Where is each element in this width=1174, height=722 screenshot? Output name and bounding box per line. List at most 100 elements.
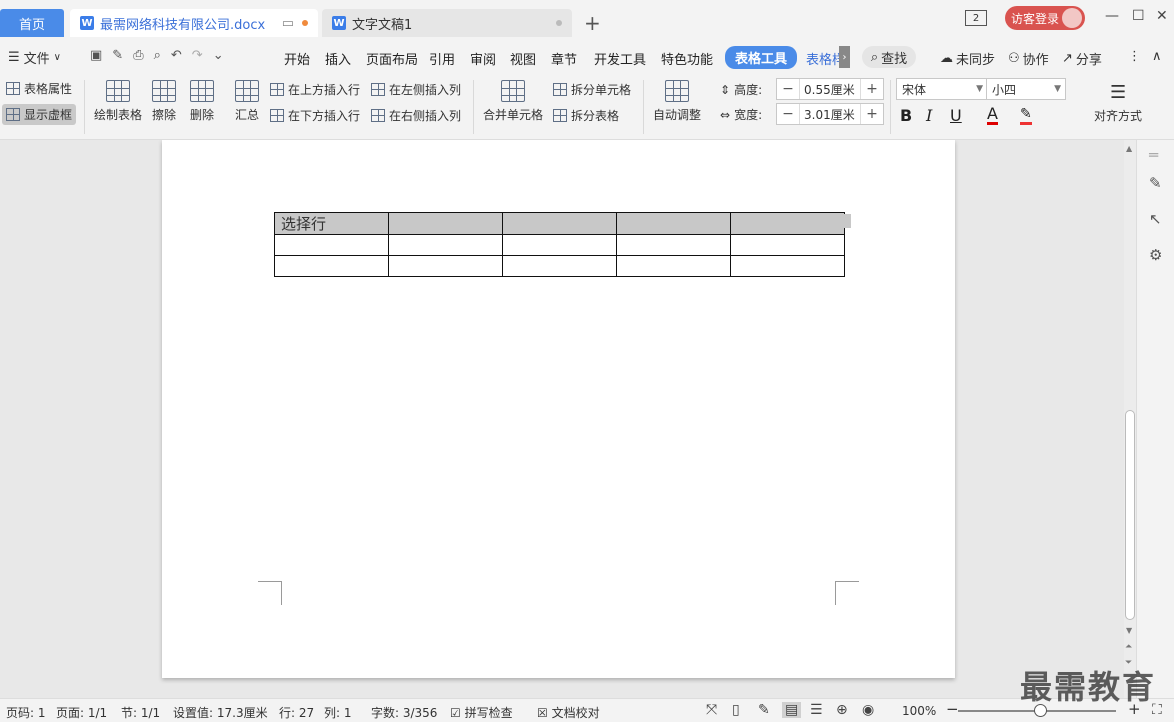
sync-status-button[interactable]: ☁ 未同步 bbox=[940, 49, 995, 68]
visitor-login-button[interactable]: 访客登录 bbox=[1005, 6, 1085, 30]
status-page-number[interactable]: 页码: 1 bbox=[6, 704, 46, 721]
status-row[interactable]: 行: 27 bbox=[279, 704, 314, 721]
table-cell[interactable] bbox=[616, 255, 731, 277]
insert-col-left-button[interactable]: 在左侧插入列 bbox=[371, 81, 461, 98]
scroll-down-icon[interactable]: ▼ bbox=[1126, 626, 1132, 635]
table-cell[interactable] bbox=[730, 255, 845, 277]
doc-proof-button[interactable]: ☒ 文档校对 bbox=[537, 704, 600, 721]
status-setting-value[interactable]: 设置值: 17.3厘米 bbox=[173, 704, 268, 721]
draw-table-button[interactable]: 绘制表格 bbox=[94, 80, 142, 123]
erase-button[interactable]: 擦除 bbox=[152, 80, 176, 123]
menu-insert[interactable]: 插入 bbox=[325, 49, 351, 68]
table-cell[interactable] bbox=[616, 234, 731, 256]
print-preview-icon[interactable]: ⌕ bbox=[154, 48, 161, 63]
menu-chapter[interactable]: 章节 bbox=[551, 49, 577, 68]
menu-references[interactable]: 引用 bbox=[429, 49, 455, 68]
table-cell[interactable] bbox=[274, 234, 389, 256]
settings-sliders-icon[interactable]: ⚙ bbox=[1149, 246, 1162, 264]
highlight-icon[interactable]: ✎ bbox=[1020, 106, 1032, 125]
vertical-scrollbar[interactable]: ▲ ▼ ⏶ ⏷ bbox=[1124, 140, 1136, 698]
web-view-icon[interactable]: ⊕ bbox=[836, 702, 848, 718]
insert-row-below-button[interactable]: 在下方插入行 bbox=[270, 107, 360, 124]
menu-review[interactable]: 审阅 bbox=[470, 49, 496, 68]
table-row[interactable]: 选择行 bbox=[274, 212, 845, 235]
menu-view[interactable]: 视图 bbox=[510, 49, 536, 68]
close-icon[interactable]: ✕ bbox=[1156, 8, 1168, 24]
table-cell[interactable] bbox=[730, 234, 845, 256]
select-pointer-icon[interactable]: ↖ bbox=[1149, 210, 1162, 228]
italic-icon[interactable]: I bbox=[926, 106, 932, 125]
table-row[interactable] bbox=[274, 255, 845, 277]
status-word-count[interactable]: 字数: 3/356 bbox=[371, 704, 437, 721]
auto-fit-dropdown[interactable]: 自动调整 bbox=[653, 80, 701, 123]
save-icon[interactable]: ▣ bbox=[90, 48, 102, 63]
font-size-select[interactable]: 小四 ▼ bbox=[986, 78, 1066, 100]
new-tab-button[interactable]: + bbox=[584, 11, 601, 35]
table-cell[interactable] bbox=[274, 255, 389, 277]
row-height-value[interactable]: 0.55厘米 bbox=[799, 79, 861, 99]
collaborate-button[interactable]: ⚇ 协作 bbox=[1008, 49, 1049, 68]
redo-icon[interactable]: ↷ bbox=[192, 48, 203, 63]
document-table[interactable]: 选择行 bbox=[274, 212, 845, 277]
tab-document-active[interactable]: W 最需网络科技有限公司.docx ▭ bbox=[70, 9, 318, 37]
status-col[interactable]: 列: 1 bbox=[324, 704, 352, 721]
menu-page-layout[interactable]: 页面布局 bbox=[366, 49, 418, 68]
more-chevron-icon[interactable]: ⌄ bbox=[213, 48, 224, 63]
insert-row-above-button[interactable]: 在上方插入行 bbox=[270, 81, 360, 98]
maximize-icon[interactable]: ☐ bbox=[1132, 8, 1145, 24]
font-color-icon[interactable]: A bbox=[987, 106, 998, 125]
alignment-dropdown[interactable]: ☰ 对齐方式 bbox=[1094, 82, 1142, 124]
tab-home[interactable]: 首页 bbox=[0, 9, 64, 37]
menu-developer[interactable]: 开发工具 bbox=[594, 49, 646, 68]
table-properties-button[interactable]: 表格属性 bbox=[6, 80, 72, 97]
increase-height-button[interactable]: + bbox=[861, 81, 883, 97]
monitor-icon[interactable]: ▭ bbox=[282, 16, 294, 31]
font-name-select[interactable]: 宋体 ▼ bbox=[896, 78, 988, 100]
outline-view-icon[interactable]: ☰ bbox=[810, 702, 823, 718]
decrease-width-button[interactable]: − bbox=[777, 106, 799, 122]
format-painter-icon[interactable]: ✎ bbox=[112, 48, 123, 63]
undo-icon[interactable]: ↶ bbox=[171, 48, 182, 63]
split-table-dropdown[interactable]: 拆分表格 bbox=[553, 107, 619, 124]
table-cell[interactable] bbox=[616, 212, 731, 235]
menu-features[interactable]: 特色功能 bbox=[661, 49, 713, 68]
delete-dropdown[interactable]: 删除 bbox=[190, 80, 214, 123]
bold-icon[interactable]: B bbox=[900, 106, 912, 125]
insert-col-right-button[interactable]: 在右侧插入列 bbox=[371, 107, 461, 124]
table-cell[interactable] bbox=[388, 212, 503, 235]
increase-width-button[interactable]: + bbox=[861, 106, 883, 122]
reading-mode-icon[interactable]: ▯ bbox=[732, 702, 740, 718]
page-view-icon[interactable]: ▤ bbox=[782, 702, 802, 718]
scroll-up-icon[interactable]: ▲ bbox=[1126, 144, 1132, 153]
print-icon[interactable]: ⎙ bbox=[133, 48, 143, 63]
table-cell[interactable] bbox=[502, 255, 617, 277]
search-button[interactable]: ⌕ 查找 bbox=[862, 46, 916, 68]
table-cell[interactable] bbox=[502, 234, 617, 256]
spell-check-button[interactable]: ☑ 拼写检查 bbox=[450, 704, 513, 721]
table-cell[interactable] bbox=[388, 255, 503, 277]
more-options-icon[interactable]: ⋮ bbox=[1128, 49, 1141, 64]
window-count-badge[interactable]: 2 bbox=[965, 10, 987, 26]
summary-button[interactable]: 汇总 bbox=[235, 80, 259, 123]
prev-page-icon[interactable]: ⏶ bbox=[1125, 642, 1132, 652]
menu-home[interactable]: 开始 bbox=[284, 49, 310, 68]
table-cell[interactable] bbox=[502, 212, 617, 235]
minimize-icon[interactable]: — bbox=[1105, 8, 1119, 24]
col-width-value[interactable]: 3.01厘米 bbox=[799, 104, 861, 124]
show-gridlines-toggle[interactable]: 显示虚框 bbox=[2, 104, 77, 125]
merge-cells-button[interactable]: 合并单元格 bbox=[483, 80, 543, 123]
fullscreen-icon[interactable]: ⤧ bbox=[706, 702, 717, 718]
table-cell[interactable] bbox=[388, 234, 503, 256]
table-cell[interactable]: 选择行 bbox=[274, 212, 389, 235]
menu-scroll-right-icon[interactable]: › bbox=[839, 46, 850, 68]
underline-icon[interactable]: U bbox=[950, 106, 962, 125]
zoom-level-dropdown[interactable]: 100% bbox=[902, 704, 936, 718]
file-menu[interactable]: ☰ 文件 ∨ bbox=[8, 48, 61, 67]
table-row[interactable] bbox=[274, 234, 845, 256]
collapse-ribbon-icon[interactable]: ∧ bbox=[1152, 49, 1162, 64]
scroll-thumb[interactable] bbox=[1125, 410, 1135, 620]
decrease-height-button[interactable]: − bbox=[777, 81, 799, 97]
menu-table-tools[interactable]: 表格工具 bbox=[725, 46, 798, 69]
status-page-count[interactable]: 页面: 1/1 bbox=[56, 704, 107, 721]
status-section[interactable]: 节: 1/1 bbox=[121, 704, 160, 721]
